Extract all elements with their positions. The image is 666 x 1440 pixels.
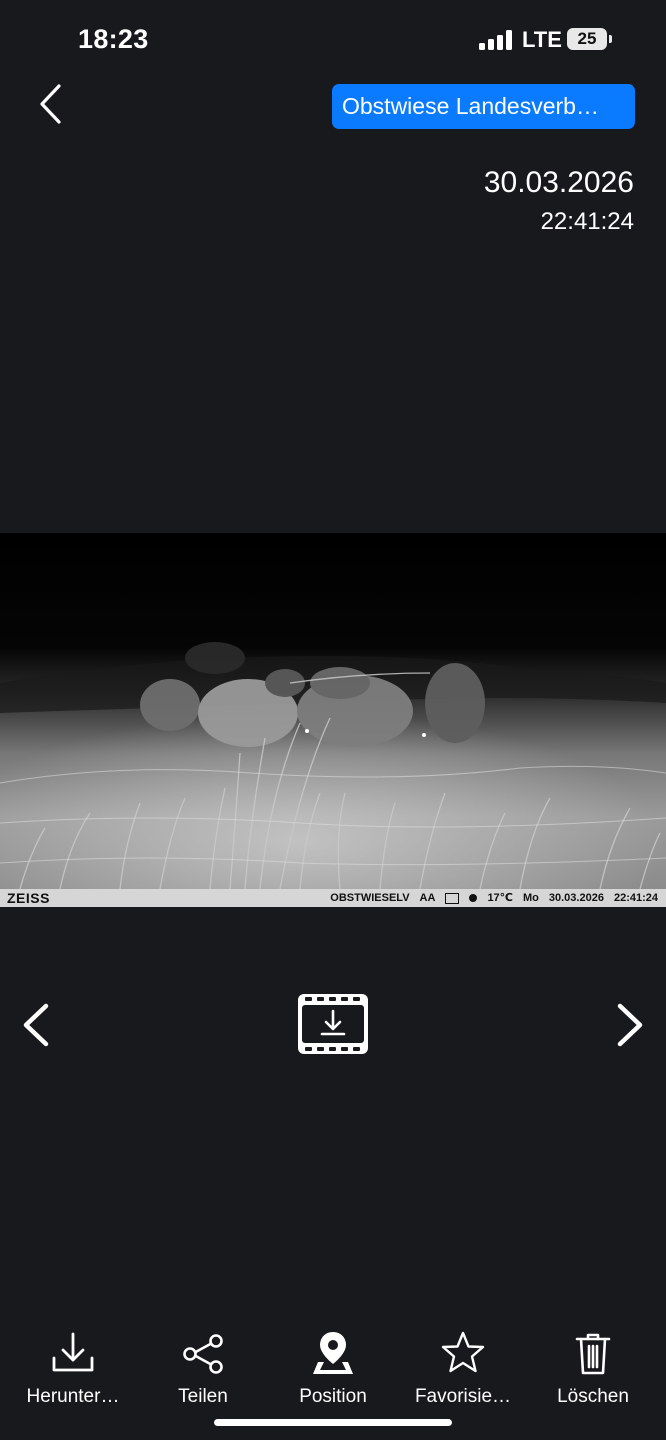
photo-time: 22:41:24 xyxy=(613,892,658,904)
share-label: Teilen xyxy=(178,1386,228,1407)
chevron-left-icon xyxy=(40,84,61,124)
location-button[interactable]: Obstwiese Landesverb… xyxy=(332,84,635,129)
photo-stamp: OBSTWIESELV AA 17℃ Mo 30.03.2026 22:41:2… xyxy=(330,889,658,907)
position-button[interactable]: Position xyxy=(268,1330,398,1410)
network-type: LTE xyxy=(522,27,562,52)
favorite-button[interactable]: Favorisie… xyxy=(398,1330,528,1410)
back-button[interactable] xyxy=(30,80,74,128)
photo-weekday: Mo xyxy=(523,892,539,904)
battery-icon: 25 xyxy=(567,28,613,50)
trash-icon xyxy=(575,1333,611,1375)
capture-time: 22:41:24 xyxy=(540,208,634,235)
map-pin-icon xyxy=(313,1332,353,1374)
camera-brand: ZEISS xyxy=(7,890,50,906)
star-icon xyxy=(441,1331,485,1373)
position-label: Position xyxy=(299,1386,367,1407)
night-photo-wild-boars xyxy=(0,533,666,889)
share-icon xyxy=(183,1334,223,1374)
photo-temperature: 17℃ xyxy=(487,892,513,904)
photo-date: 30.03.2026 xyxy=(548,892,604,904)
status-time: 18:23 xyxy=(78,24,149,54)
favorite-label: Favorisie… xyxy=(414,1386,512,1407)
photo-info-strip: ZEISS OBSTWIESELV AA 17℃ Mo 30.03.2026 2… xyxy=(0,889,666,907)
previous-media-button[interactable] xyxy=(18,998,58,1052)
delete-label: Löschen xyxy=(557,1386,629,1407)
video-download-icon xyxy=(298,994,368,1054)
download-button[interactable]: Herunter… xyxy=(8,1330,138,1410)
home-indicator[interactable] xyxy=(214,1419,452,1426)
video-download-button[interactable] xyxy=(296,992,370,1056)
capture-date: 30.03.2026 xyxy=(483,166,634,199)
moon-icon xyxy=(469,894,478,902)
share-button[interactable]: Teilen xyxy=(138,1330,268,1410)
next-media-button[interactable] xyxy=(608,998,648,1052)
memory-card-icon xyxy=(445,892,460,904)
chevron-right-icon xyxy=(617,1003,643,1047)
camera-name: OBSTWIESELV xyxy=(330,892,410,904)
camera-code: AA xyxy=(419,892,436,904)
battery-level: 25 xyxy=(567,28,607,50)
cellular-signal-icon xyxy=(479,30,515,50)
chevron-left-icon xyxy=(23,1003,49,1047)
delete-button[interactable]: Löschen xyxy=(528,1330,658,1410)
download-icon xyxy=(52,1332,94,1372)
trail-camera-photo[interactable] xyxy=(0,533,666,889)
download-label: Herunter… xyxy=(26,1386,120,1407)
